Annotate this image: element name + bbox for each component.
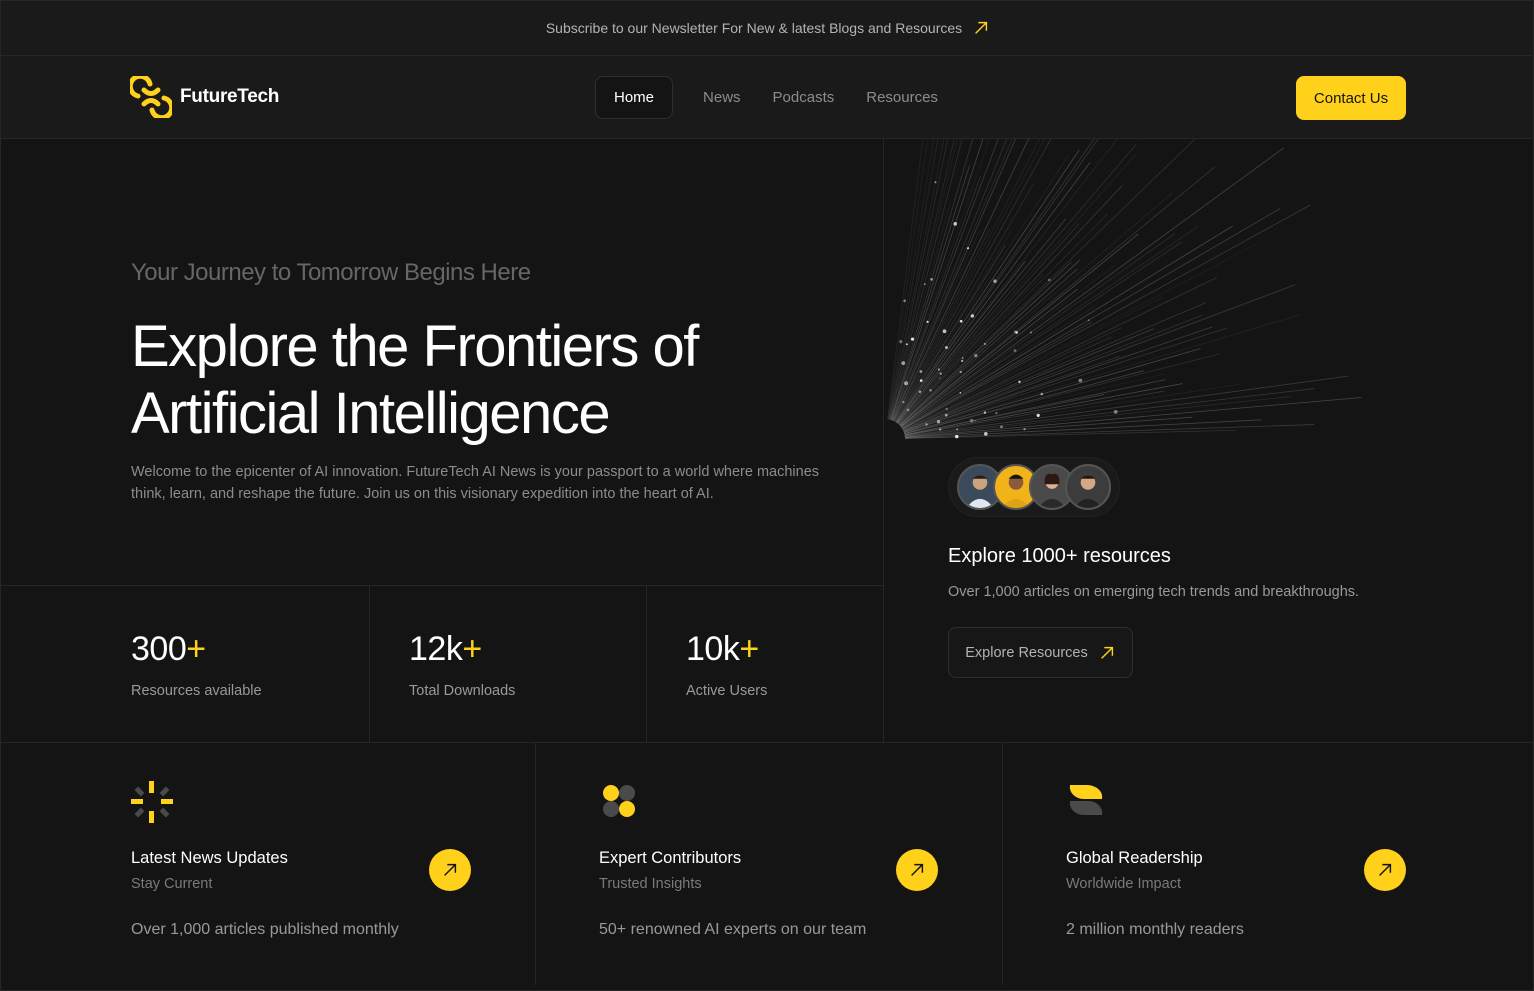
light-particle [983,342,987,346]
hero-section: Your Journey to Tomorrow Begins Here Exp… [1,139,884,585]
stat-value: 12k+ [409,630,482,668]
main-navigation: FutureTech Home News Podcasts Resources … [1,56,1533,139]
futuretech-logo-icon [130,76,172,118]
light-particle [961,359,964,363]
light-ray [902,208,1281,430]
stat-downloads: 12k+ Total Downloads [370,586,647,743]
features-row: Latest News Updates Stay Current Over 1,… [1,742,1533,985]
stats-row: 300+ Resources available 12k+ Total Down… [1,585,884,743]
light-particle [1087,319,1090,321]
light-particle [953,222,958,226]
leaf-icon [1069,785,1103,816]
light-particle [959,392,962,394]
feature-subtitle: Stay Current [131,876,213,892]
nav-menu: Home News Podcasts Resources [595,76,954,119]
light-particle [955,434,959,439]
stat-value: 10k+ [686,630,759,668]
light-particle [923,283,926,286]
stat-label: Total Downloads [409,683,516,699]
light-particle [995,411,998,415]
resources-title: Explore 1000+ resources [948,545,1171,567]
nav-item-news[interactable]: News [687,78,757,117]
light-particle [956,428,959,431]
stat-resources: 300+ Resources available [1,586,370,743]
light-particle [945,346,948,349]
feature-arrow-button[interactable] [896,849,938,891]
light-particle [1040,392,1044,396]
light-particle [959,370,962,374]
nav-item-podcasts[interactable]: Podcasts [757,78,851,117]
light-ray [898,184,1123,425]
resources-panel: Explore 1000+ resources Over 1,000 artic… [885,139,1533,742]
light-particle [1018,380,1021,384]
feature-title: Global Readership [1066,849,1203,867]
arrow-up-right-icon [444,863,457,876]
light-particle [1030,331,1032,334]
light-particle [1023,427,1026,431]
nav-item-home[interactable]: Home [595,76,674,119]
clover-icon [603,785,635,817]
light-particle [926,320,929,323]
avatar-group [948,457,1120,517]
nav-item-resources[interactable]: Resources [850,78,954,117]
light-ray [903,355,1120,433]
light-particle [1113,409,1118,414]
feature-card-readership: Global Readership Worldwide Impact 2 mil… [1003,743,1533,985]
light-ray [904,397,1362,438]
light-particle [930,278,933,281]
logo[interactable]: FutureTech [130,76,279,118]
hero-intro: Welcome to the epicenter of AI innovatio… [131,464,820,502]
feature-arrow-button[interactable] [429,849,471,891]
stat-users: 10k+ Active Users [647,586,883,743]
hero-headline: Explore the Frontiers of Artificial Inte… [131,314,699,446]
light-particle [1047,278,1051,282]
light-ray [900,147,1284,428]
feature-title: Expert Contributors [599,849,742,867]
light-particle [1000,425,1003,429]
arrow-up-right-icon [1379,863,1392,876]
feature-card-news: Latest News Updates Stay Current Over 1,… [1,743,536,985]
light-particle [966,247,970,250]
light-particle [984,432,988,436]
explore-resources-label: Explore Resources [965,644,1088,661]
resources-description: Over 1,000 articles on emerging tech tre… [948,584,1360,600]
hero-tagline: Your Journey to Tomorrow Begins Here [131,259,531,286]
feature-card-experts: Expert Contributors Trusted Insights 50+… [536,743,1003,985]
feature-subtitle: Worldwide Impact [1066,876,1181,892]
feature-title: Latest News Updates [131,849,288,867]
stat-label: Resources available [131,683,262,699]
page: Subscribe to our Newsletter For New & la… [0,0,1534,991]
light-particle [974,353,978,358]
contact-us-button[interactable]: Contact Us [1296,76,1406,120]
newsletter-text[interactable]: Subscribe to our Newsletter For New & la… [546,20,962,36]
light-particle [1078,378,1083,383]
light-particle [939,377,941,379]
arrow-up-right-icon [911,863,924,876]
avatar [1065,464,1111,510]
stat-value: 300+ [131,630,206,668]
sparkle-burst-icon [131,781,173,823]
brand-name: FutureTech [180,86,280,107]
light-particle [1036,413,1040,417]
explore-resources-button[interactable]: Explore Resources [948,627,1133,678]
newsletter-banner[interactable]: Subscribe to our Newsletter For New & la… [1,1,1533,56]
feature-description: 2 million monthly readers [1066,921,1244,938]
arrow-up-right-icon[interactable] [972,19,990,37]
arrow-up-right-icon [1100,646,1113,659]
light-particle [970,314,975,318]
feature-description: 50+ renowned AI experts on our team [599,921,867,938]
light-ray [903,326,1213,433]
feature-subtitle: Trusted Insights [599,876,702,892]
light-particle [1015,331,1018,334]
light-particle [974,419,977,422]
light-particle [961,357,964,359]
light-particle [903,299,906,303]
light-particle [934,181,937,184]
light-particle [942,329,947,334]
stat-label: Active Users [686,683,768,699]
feature-description: Over 1,000 articles published monthly [131,921,399,938]
feature-arrow-button[interactable] [1364,849,1406,891]
light-particle [959,319,963,323]
